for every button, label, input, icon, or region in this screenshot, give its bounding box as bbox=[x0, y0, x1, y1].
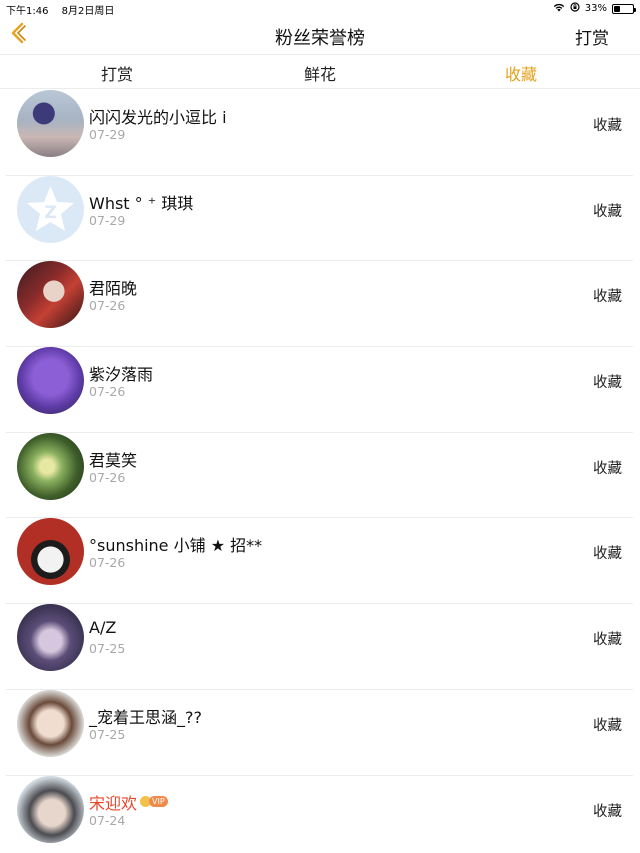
rotation-lock-icon bbox=[570, 2, 580, 15]
navigation-bar: 粉丝荣誉榜 打赏 bbox=[0, 16, 640, 54]
avatar[interactable]: Z bbox=[17, 175, 84, 243]
battery-icon bbox=[612, 3, 636, 14]
fan-name: 宋迎欢 VIP bbox=[89, 790, 168, 814]
vip-label: VIP bbox=[149, 796, 168, 807]
list-item[interactable]: _宠着王思涵_?? 07-25 收藏 bbox=[6, 689, 633, 776]
tab-bar: 打赏 鲜花 收藏 bbox=[0, 54, 640, 89]
svg-text:Z: Z bbox=[44, 203, 56, 223]
favorite-label: 收藏 bbox=[593, 289, 622, 306]
fan-list: 闪闪发光的小逗比 i 07-29 收藏 Z Whst ° ⁺ 琪琪 07-29 … bbox=[0, 90, 640, 853]
vip-badge: VIP bbox=[140, 796, 168, 808]
favorite-label: 收藏 bbox=[593, 546, 622, 563]
default-avatar-star-icon: Z bbox=[27, 185, 74, 231]
list-item[interactable]: 君陌晚 07-26 收藏 bbox=[6, 261, 633, 348]
fan-name: _宠着王思涵_?? bbox=[89, 707, 202, 727]
fan-date: 07-25 bbox=[89, 641, 126, 657]
favorite-label: 收藏 bbox=[593, 118, 622, 134]
list-item[interactable]: 紫汐落雨 07-26 收藏 bbox=[6, 347, 633, 433]
favorite-label: 收藏 bbox=[593, 203, 622, 220]
list-item[interactable]: °sunshine 小铺 ★ 招** 07-26 收藏 bbox=[6, 518, 633, 605]
fan-name: Whst ° ⁺ 琪琪 bbox=[89, 193, 194, 213]
list-item[interactable]: A/Z 07-25 收藏 bbox=[6, 604, 633, 690]
list-item[interactable]: 君莫笑 07-26 收藏 bbox=[6, 432, 633, 519]
avatar[interactable] bbox=[17, 604, 84, 672]
avatar[interactable] bbox=[17, 518, 84, 586]
favorite-label: 收藏 bbox=[593, 460, 622, 477]
avatar[interactable] bbox=[17, 261, 84, 329]
fan-name: 紫汐落雨 bbox=[89, 365, 154, 385]
tab-flowers[interactable]: 鲜花 bbox=[260, 61, 380, 85]
status-right: 33% bbox=[553, 2, 636, 15]
list-item[interactable]: 宋迎欢 VIP 07-24 收藏 bbox=[6, 775, 633, 853]
list-item[interactable]: 闪闪发光的小逗比 i 07-29 收藏 bbox=[6, 90, 633, 176]
fan-date: 07-29 bbox=[89, 212, 126, 228]
favorite-label: 收藏 bbox=[593, 375, 622, 392]
avatar[interactable] bbox=[17, 775, 84, 843]
avatar[interactable] bbox=[17, 689, 84, 757]
favorite-label: 收藏 bbox=[593, 717, 622, 734]
status-left: 下午1:46 8月2日周日 bbox=[6, 2, 124, 17]
fan-name: 闪闪发光的小逗比 i bbox=[89, 108, 227, 127]
tab-favorites[interactable]: 收藏 bbox=[461, 61, 581, 85]
avatar[interactable] bbox=[17, 90, 84, 157]
fan-name: °sunshine 小铺 ★ 招** bbox=[89, 536, 263, 556]
favorite-label: 收藏 bbox=[593, 803, 622, 820]
fan-date: 07-26 bbox=[89, 384, 126, 400]
fan-name: 君莫笑 bbox=[89, 450, 138, 470]
favorite-label: 收藏 bbox=[593, 632, 622, 649]
fan-date: 07-26 bbox=[89, 298, 126, 314]
fan-name: 君陌晚 bbox=[89, 279, 138, 299]
fan-date: 07-29 bbox=[89, 127, 126, 142]
fan-name-text: 宋迎欢 bbox=[89, 793, 138, 813]
page-title: 粉丝荣誉榜 bbox=[275, 28, 365, 49]
fan-date: 07-26 bbox=[89, 555, 126, 571]
battery-level bbox=[614, 5, 620, 12]
battery-percent: 33% bbox=[584, 3, 607, 14]
fan-name: A/Z bbox=[89, 618, 117, 638]
list-item[interactable]: Z Whst ° ⁺ 琪琪 07-29 收藏 bbox=[6, 175, 633, 262]
avatar[interactable] bbox=[17, 432, 84, 500]
status-bar: 下午1:46 8月2日周日 33% bbox=[0, 0, 640, 17]
tab-reward[interactable]: 打赏 bbox=[57, 61, 177, 85]
wifi-icon bbox=[553, 2, 565, 15]
fan-date: 07-24 bbox=[89, 812, 126, 828]
avatar[interactable] bbox=[17, 347, 84, 415]
fan-date: 07-26 bbox=[89, 469, 126, 485]
reward-nav-button[interactable]: 打赏 bbox=[575, 24, 609, 49]
fan-date: 07-25 bbox=[89, 726, 126, 742]
